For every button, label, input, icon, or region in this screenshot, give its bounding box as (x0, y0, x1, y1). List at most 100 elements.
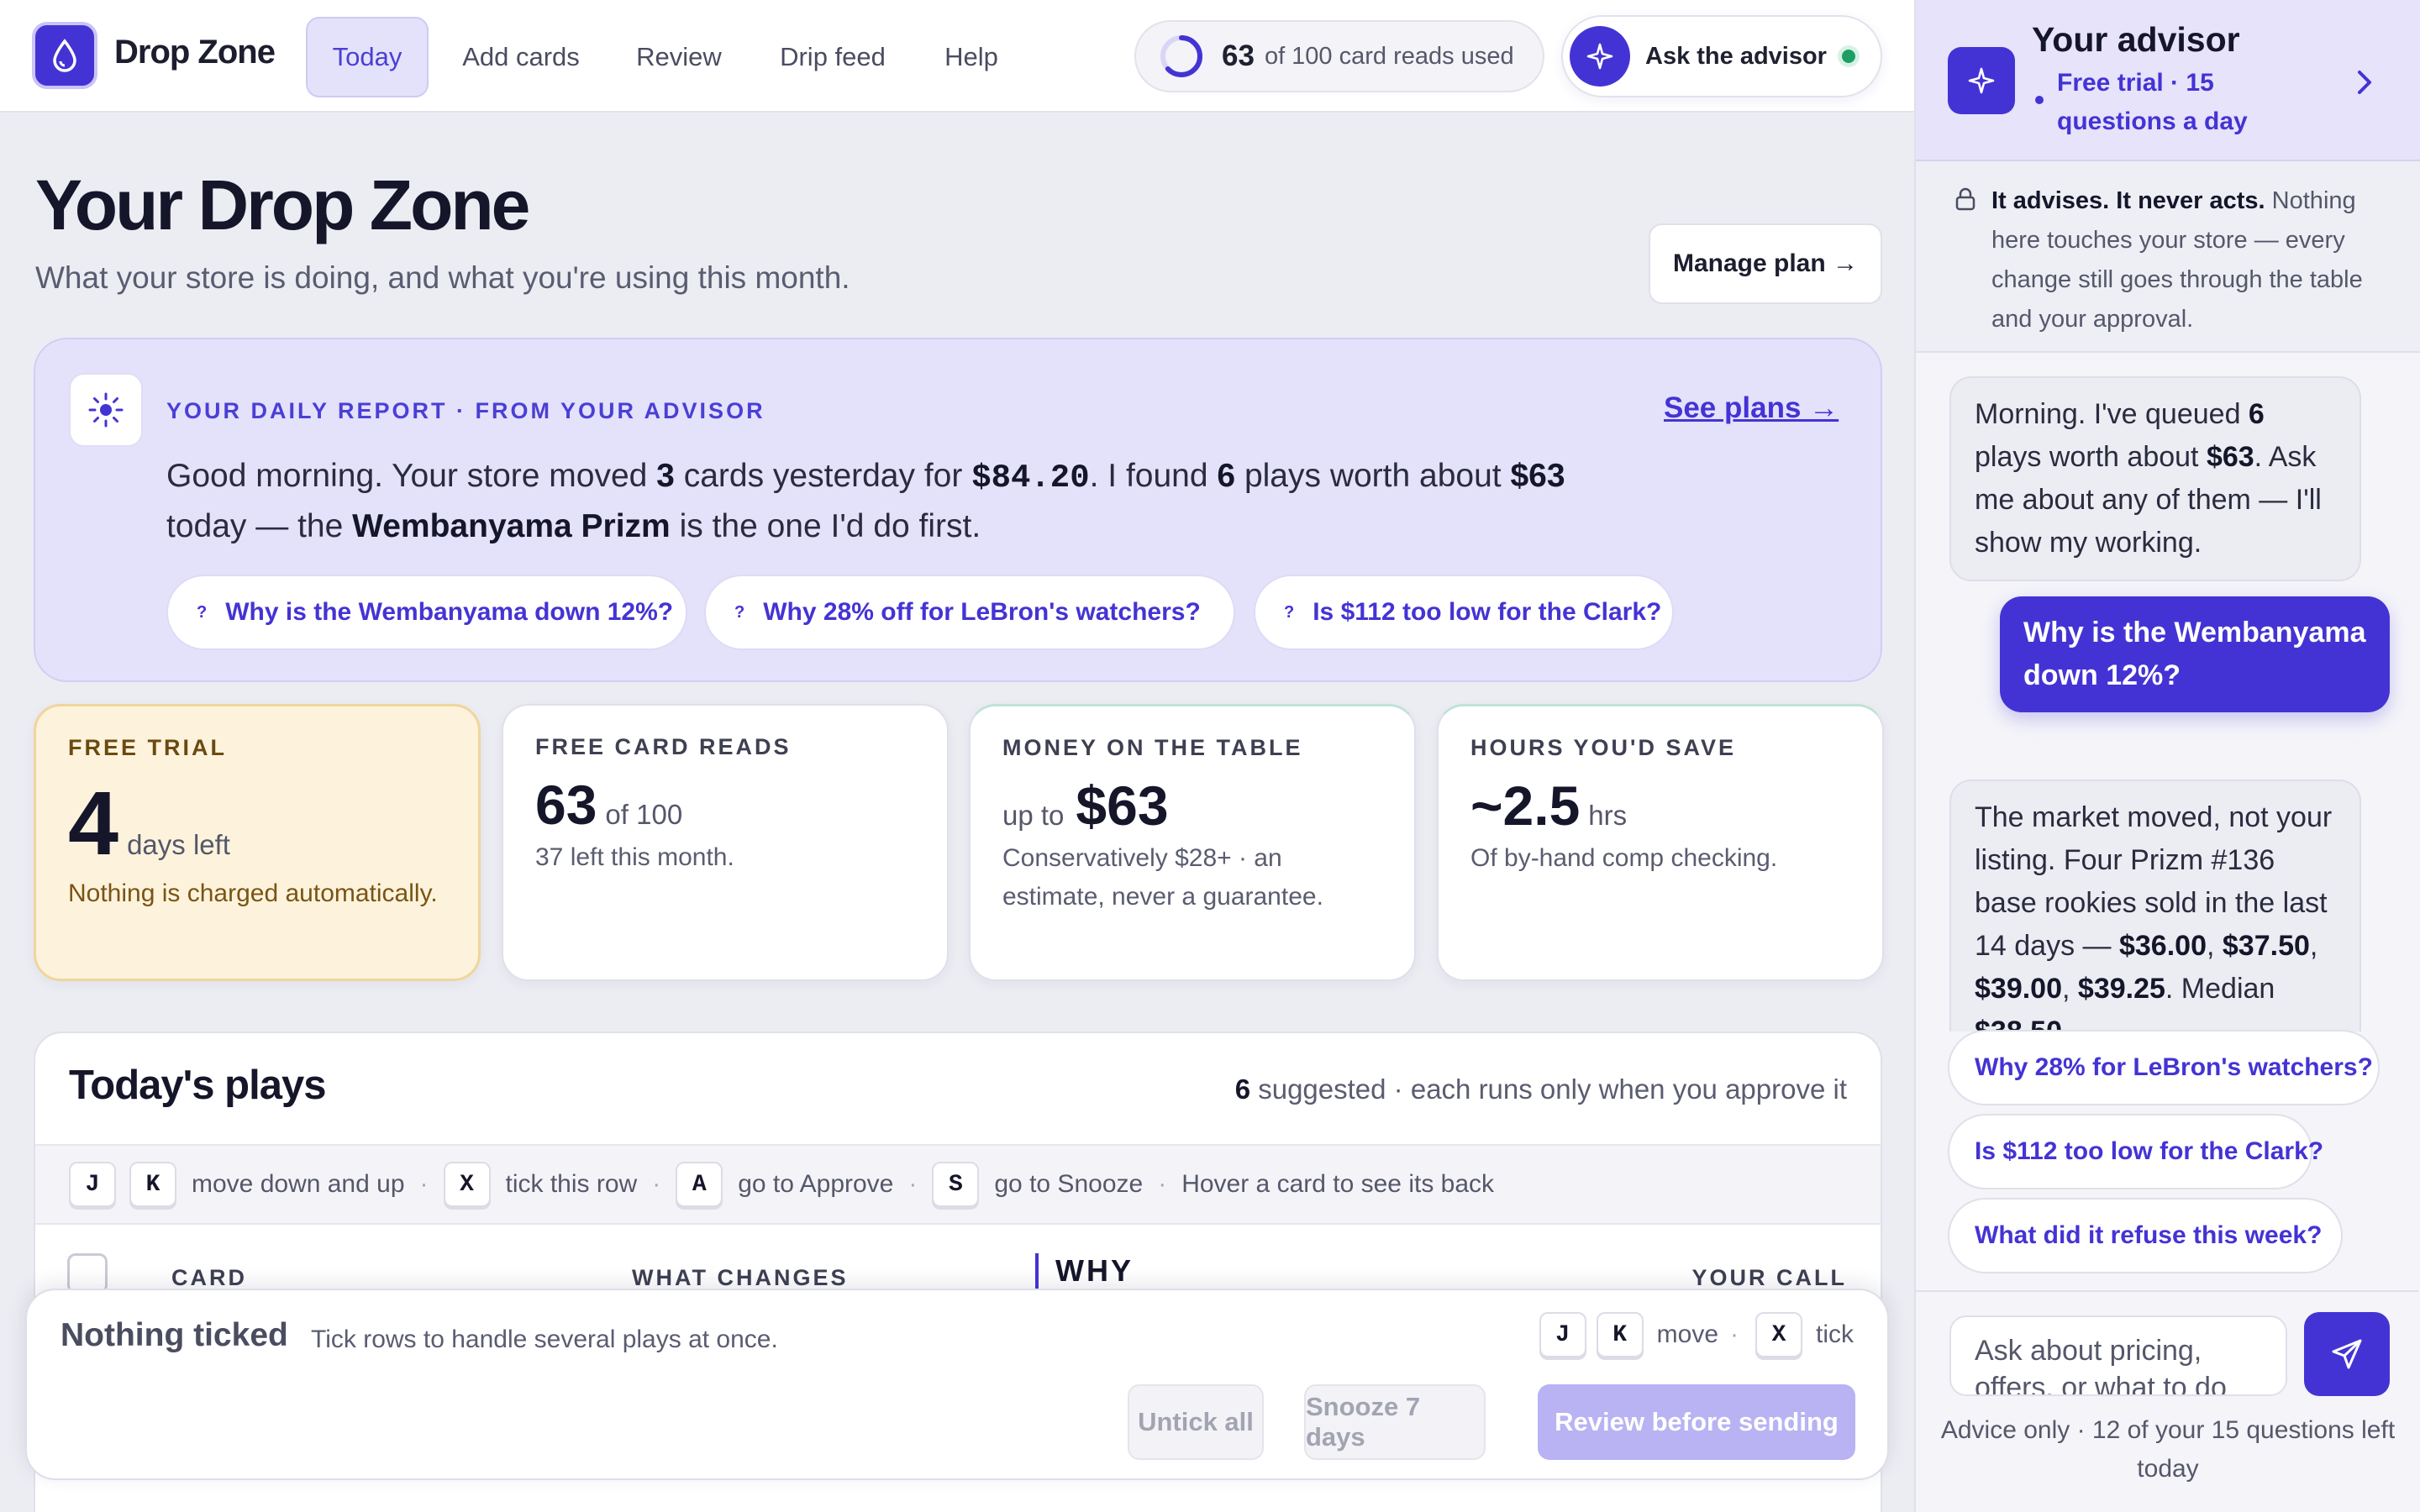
stat-unit: days left (127, 829, 230, 860)
stat-note: Nothing is charged automatically. (68, 879, 438, 907)
notice-text: It advises. It never acts. Nothing here … (1991, 187, 2363, 333)
sparkle-icon (1570, 26, 1630, 87)
status-dot (2035, 96, 2044, 104)
plays-count: 6 suggested · each runs only when you ap… (1234, 1074, 1847, 1105)
usage-text: of 100 card reads used (1264, 42, 1514, 70)
suggestion-lebron[interactable]: Why 28% for LeBron's watchers? (1948, 1030, 2380, 1105)
separator: · (652, 1170, 661, 1198)
report-body: Good morning. Your store moved 3 cards y… (166, 458, 1565, 544)
stat-card-money: MONEY ON THE TABLE up to $63 Conservative… (969, 704, 1416, 981)
key-s: S (932, 1162, 980, 1207)
tab-drip-feed[interactable]: Drip feed (761, 17, 904, 97)
advisor-message: The market moved, not your listing. Four… (1949, 780, 2361, 1032)
separator: · (908, 1170, 918, 1198)
tab-help[interactable]: Help (928, 17, 1015, 97)
usage-meter[interactable]: 63 of 100 card reads used (1134, 20, 1544, 92)
chevron-right-icon[interactable] (2348, 59, 2381, 106)
stat-card-free-trial: FREE TRIAL 4 days left Nothing is charged… (34, 704, 481, 981)
stat-value: 4 (68, 772, 119, 874)
droplet-logo-icon[interactable] (32, 22, 97, 89)
manage-plan-button[interactable]: Manage plan → (1649, 223, 1882, 304)
report-eyebrow: YOUR DAILY REPORT · FROM YOUR ADVISOR (166, 398, 765, 423)
question-chip-lebron[interactable]: ? Why 28% off for LeBron's watchers? (704, 575, 1235, 650)
ask-advisor-label: Ask the advisor (1645, 42, 1827, 70)
column-what-changes: WHAT CHANGES (632, 1265, 849, 1290)
column-card: CARD (171, 1265, 247, 1290)
online-status-dot (1841, 50, 1855, 63)
stat-unit: hrs (1588, 800, 1628, 831)
stat-prefix: up to (1002, 800, 1065, 831)
key-k: K (129, 1162, 176, 1207)
question-chip-clark[interactable]: ? Is $112 too low for the Clark? (1254, 575, 1674, 650)
stat-label: HOURS YOU'D SAVE (1470, 735, 1736, 760)
shortcut-text: move (1656, 1320, 1718, 1348)
key-a: A (676, 1162, 723, 1207)
see-plans-link[interactable]: See plans → (1664, 391, 1839, 425)
stat-label: FREE TRIAL (68, 735, 227, 760)
bulk-action-tray: Nothing ticked Tick rows to handle sever… (25, 1289, 1889, 1480)
suggestion-refused[interactable]: What did it refuse this week? (1948, 1198, 2343, 1273)
advisor-title: Your advisor (2032, 20, 2240, 59)
question-chip-wembanyama[interactable]: ? Why is the Wembanyama down 12%? (166, 575, 687, 650)
key-j: J (69, 1162, 116, 1207)
question-mark-icon: ? (1284, 602, 1295, 622)
suggestion-clark[interactable]: Is $112 too low for the Clark? (1948, 1114, 2323, 1189)
keyboard-shortcuts-bar: J K move down and up · X tick this row ·… (35, 1144, 1881, 1225)
send-button[interactable] (2304, 1312, 2390, 1396)
advisor-message: Morning. I've queued 6 plays worth about… (1949, 376, 2361, 581)
shortcut-text: tick this row (505, 1170, 638, 1198)
shortcut-text: go to Approve (738, 1170, 894, 1198)
stat-value: 63 (535, 774, 597, 836)
separator: · (419, 1170, 429, 1198)
page-subtitle: What your store is doing, and what you'r… (35, 260, 850, 295)
stat-note: 37 left this month. (535, 843, 734, 871)
advisor-footer: Advice only · 12 of your 15 questions le… (1940, 1416, 2396, 1483)
stat-value: $63 (1076, 774, 1169, 837)
advisor-notice: It advises. It never acts. Nothing here … (1916, 161, 2420, 353)
untick-all-button[interactable]: Untick all (1128, 1384, 1264, 1460)
stat-note: Conservatively $28+ · an estimate, never… (1002, 844, 1323, 911)
lock-icon (1955, 187, 1975, 211)
question-mark-icon: ? (734, 602, 745, 622)
tab-add-cards[interactable]: Add cards (445, 17, 597, 97)
daily-report: YOUR DAILY REPORT · FROM YOUR ADVISOR Se… (34, 338, 1882, 682)
send-icon (2332, 1339, 2362, 1369)
question-mark-icon: ? (197, 602, 208, 622)
advisor-subtitle: Free trial · 15 questions a day (2057, 69, 2248, 135)
stat-card-card-reads: FREE CARD READS 63 of 100 37 left this mo… (502, 704, 949, 981)
chat-thread: Morning. I've queued 6 plays worth about… (1916, 354, 2418, 1032)
stat-label: MONEY ON THE TABLE (1002, 735, 1303, 760)
column-why: WHY (1035, 1253, 1134, 1289)
shortcut-text: tick (1816, 1320, 1854, 1348)
tab-today[interactable]: Today (306, 17, 429, 97)
brand-name[interactable]: Drop Zone (114, 34, 276, 71)
plays-title: Today's plays (69, 1063, 326, 1108)
stat-card-hours: HOURS YOU'D SAVE ~2.5 hrs Of by-hand comp… (1437, 704, 1884, 981)
tray-title: Nothing ticked (60, 1317, 288, 1353)
separator: · (1730, 1320, 1739, 1348)
snooze-button[interactable]: Snooze 7 days (1304, 1384, 1486, 1460)
sparkle-icon (1948, 47, 2015, 114)
key-x: X (1755, 1312, 1802, 1357)
ask-advisor-button[interactable]: Ask the advisor (1561, 15, 1882, 97)
separator: · (1158, 1170, 1167, 1198)
main-area: Drop Zone Today Add cards Review Drip fe… (0, 0, 1914, 1512)
shortcut-text: Hover a card to see its back (1181, 1170, 1495, 1198)
stat-note: Of by-hand comp checking. (1470, 844, 1778, 872)
advisor-header[interactable]: Your advisor Free trial · 15 questions a… (1916, 0, 2420, 161)
column-your-call: YOUR CALL (1691, 1265, 1847, 1290)
stat-unit: of 100 (605, 799, 683, 830)
advisor-question-input[interactable]: Ask about pricing, offers, or what to do (1949, 1315, 2287, 1396)
usage-ring-icon (1160, 35, 1202, 77)
tab-review[interactable]: Review (620, 17, 738, 97)
shortcut-text: move down and up (192, 1170, 405, 1198)
sun-icon (69, 373, 143, 447)
key-k: K (1596, 1312, 1644, 1357)
select-all-checkbox[interactable] (67, 1253, 108, 1294)
stat-value: ~2.5 (1470, 774, 1581, 837)
top-nav: Drop Zone Today Add cards Review Drip fe… (0, 0, 1914, 113)
key-x: X (443, 1162, 491, 1207)
review-before-sending-button[interactable]: Review before sending (1538, 1384, 1855, 1460)
shortcut-text: go to Snooze (994, 1170, 1144, 1198)
user-message: Why is the Wembanyama down 12%? (2000, 596, 2390, 712)
